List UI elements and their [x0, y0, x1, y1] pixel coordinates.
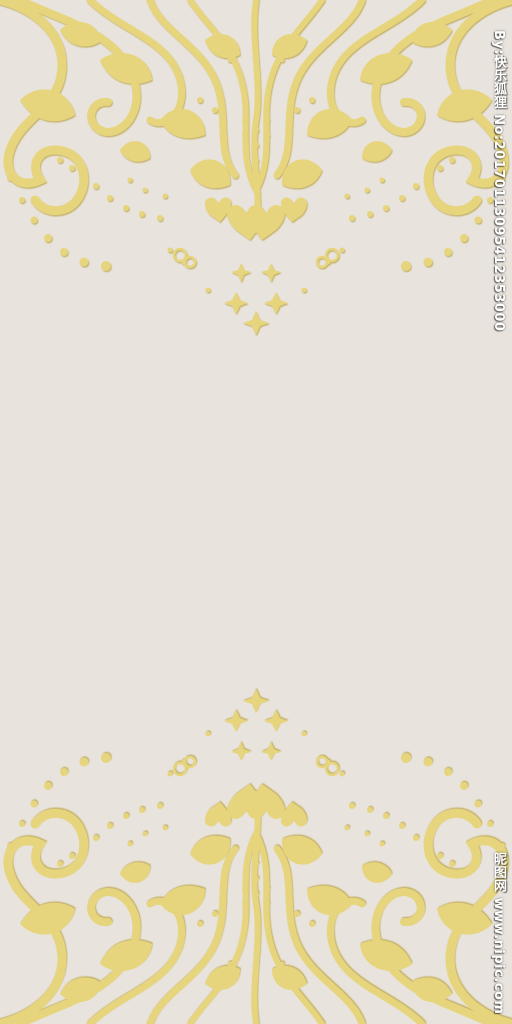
bottom-damask-ornament	[0, 684, 512, 1024]
site-watermark: 昵图网 www.nipic.com	[491, 851, 506, 1014]
blank-center-panel	[0, 340, 512, 720]
top-damask-ornament	[0, 0, 512, 340]
invitation-background: By:快乐狐狸 No:20170113095412353000 昵图网 www.…	[0, 0, 512, 1024]
author-watermark: By:快乐狐狸 No:20170113095412353000	[491, 30, 506, 332]
